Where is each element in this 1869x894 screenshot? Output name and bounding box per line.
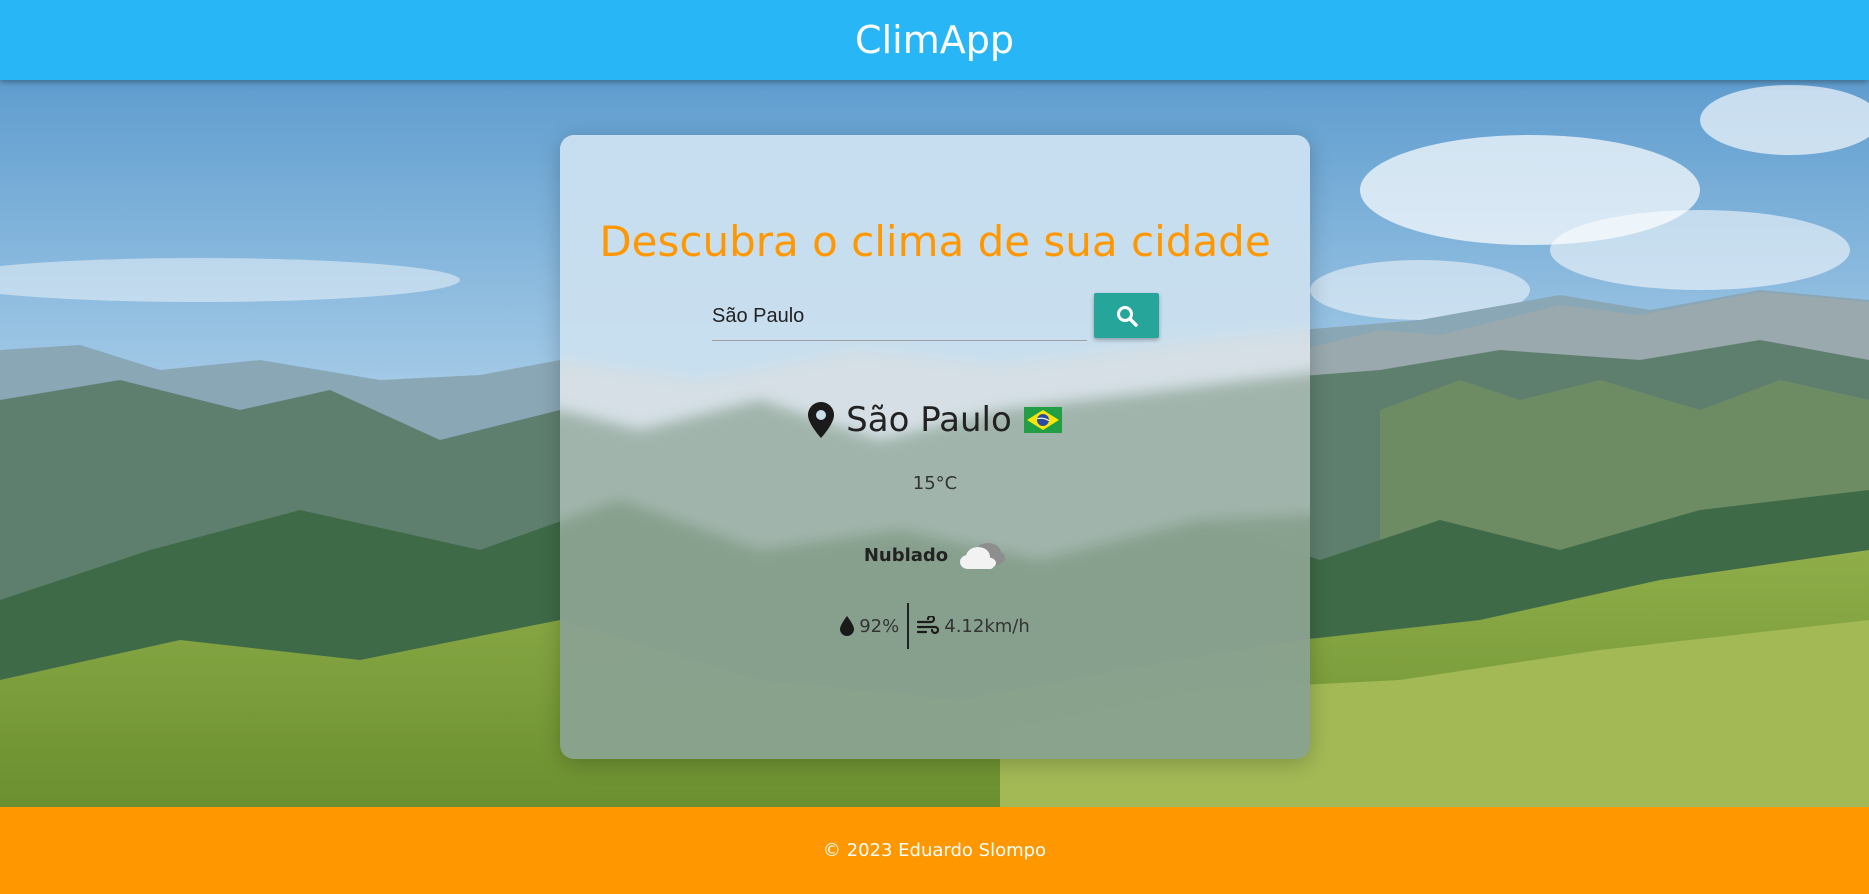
wind-icon (917, 616, 940, 635)
cloud-icon (960, 543, 1006, 569)
weather-details: 92% 4.12km/h (560, 603, 1310, 649)
city-search-input[interactable] (712, 293, 1087, 341)
weather-description-row: Nublado (560, 535, 1310, 575)
city-heading: São Paulo (560, 395, 1310, 445)
droplet-icon (840, 616, 855, 636)
temperature: 15°C (912, 473, 958, 494)
humidity-value: 92% (859, 615, 900, 637)
copyright-text: © 2023 Eduardo Slompo (822, 840, 1047, 861)
wind: 4.12km/h (909, 616, 1038, 637)
app-footer: © 2023 Eduardo Slompo (0, 807, 1869, 894)
map-marker-icon (808, 402, 835, 438)
page-title: Descubra o clima de sua cidade (599, 217, 1271, 266)
search-button[interactable] (1094, 293, 1159, 338)
weather-card: Descubra o clima de sua cidade São Paulo (560, 135, 1310, 759)
humidity: 92% (832, 616, 907, 637)
search-form (712, 293, 1159, 341)
city-name: São Paulo (846, 400, 1012, 440)
brazil-flag-icon (1023, 407, 1062, 433)
search-icon (1116, 305, 1138, 327)
app-title: ClimApp (855, 18, 1014, 62)
wind-value: 4.12km/h (944, 615, 1030, 637)
weather-description: Nublado (863, 544, 949, 566)
app-header: ClimApp (0, 0, 1869, 80)
